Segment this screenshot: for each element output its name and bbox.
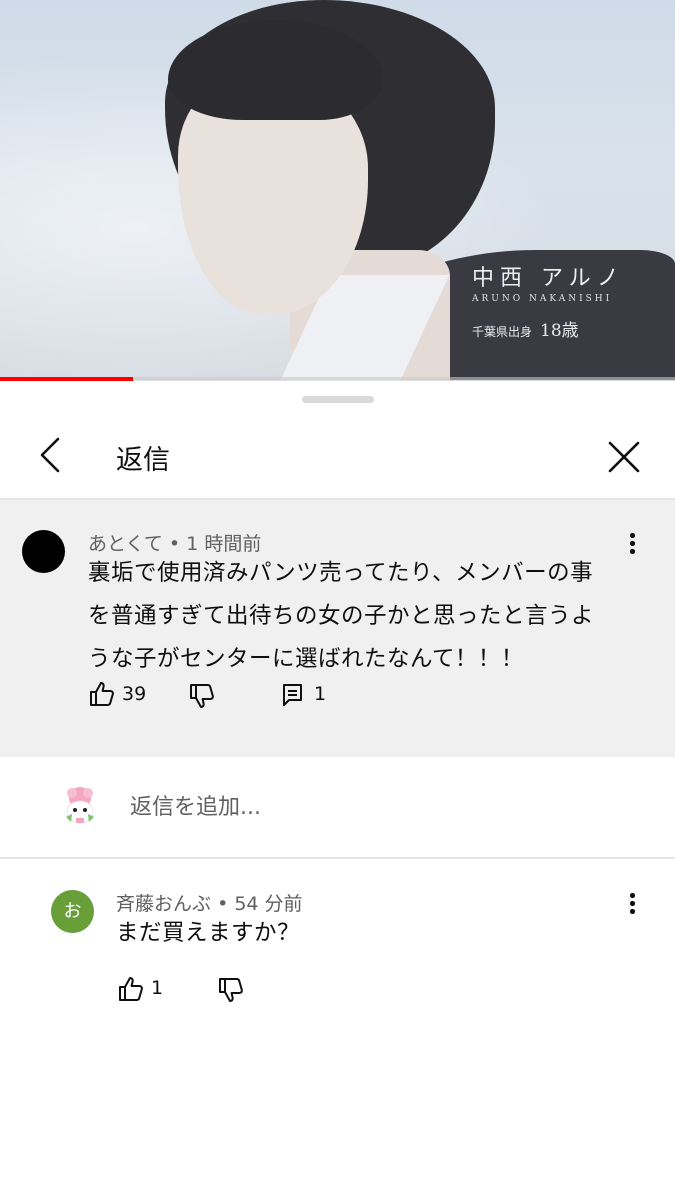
reply-comment: お 斉藤おんぶ • 54 分前 まだ買えますか？ 1 [0,859,675,1029]
like-count: 39 [122,683,147,705]
avatar[interactable]: お [51,890,94,933]
video-player[interactable]: 中西 アルノ ARUNO NAKANISHI 千葉県出身 18歳 [0,0,675,380]
comment-text-line: を普通すぎて出待ちの女の子かと思ったと言うよ [88,603,595,629]
comment-time: 54 分前 [234,893,303,915]
reply-count-button[interactable]: 1 [281,682,341,712]
comment-icon [283,684,302,706]
back-button[interactable] [30,435,70,475]
video-caption-age: 18歳 [540,321,579,341]
dislike-button[interactable] [217,976,247,1006]
video-caption-origin: 千葉県出身 18歳 [472,316,579,341]
replies-sheet: 返信 あとくて • 1 時間前 裏垢で使用済みパンツ売ってたり、メンバーの事 を… [0,381,675,1200]
thumbs-down-icon [219,978,243,1002]
more-options-button[interactable] [622,892,642,922]
video-caption-hometown: 千葉県出身 [472,325,533,339]
kebab-dot [630,541,635,546]
close-button[interactable] [602,435,646,479]
comment-text-line: うな子がセンターに選ばれたなんて！！！ [88,646,524,672]
kebab-dot [630,533,635,538]
chevron-left-icon [40,437,60,473]
user-avatar-icon [59,785,101,827]
meta-separator: • [217,893,229,915]
like-button[interactable]: 1 [117,975,167,1005]
dislike-button[interactable] [188,682,218,712]
video-caption-roman: ARUNO NAKANISHI [472,294,613,304]
kebab-dot [630,549,635,554]
user-avatar[interactable] [58,784,102,828]
video-caption-name: 中西 アルノ [472,266,625,291]
like-button[interactable]: 39 [88,680,158,710]
more-options-button[interactable] [622,532,642,562]
like-count: 1 [151,977,164,999]
sheet-header: 返信 [0,421,675,499]
kebab-dot [630,893,635,898]
thumbs-up-icon [90,682,114,706]
avatar[interactable] [22,530,65,573]
comment-text: 裏垢で使用済みパンツ売ってたり、メンバーの事 を普通すぎて出待ちの女の子かと思っ… [88,552,594,681]
reply-input[interactable] [130,790,630,824]
comment-text: まだ買えますか？ [116,920,301,946]
reply-count: 1 [314,683,327,705]
comment-text-line: 裏垢で使用済みパンツ売ってたり、メンバーの事 [88,560,594,586]
kebab-dot [630,901,635,906]
thumbs-up-icon [119,977,143,1001]
drag-handle[interactable] [302,396,374,403]
kebab-dot [630,909,635,914]
comment-author[interactable]: 斉藤おんぶ [116,893,211,915]
comment-meta: 斉藤おんぶ • 54 分前 [116,889,303,916]
close-icon [608,441,640,473]
thumbs-down-icon [190,684,214,708]
page-title: 返信 [116,445,170,476]
parent-comment: あとくて • 1 時間前 裏垢で使用済みパンツ売ってたり、メンバーの事 を普通す… [0,500,675,757]
add-reply-row [0,757,675,857]
